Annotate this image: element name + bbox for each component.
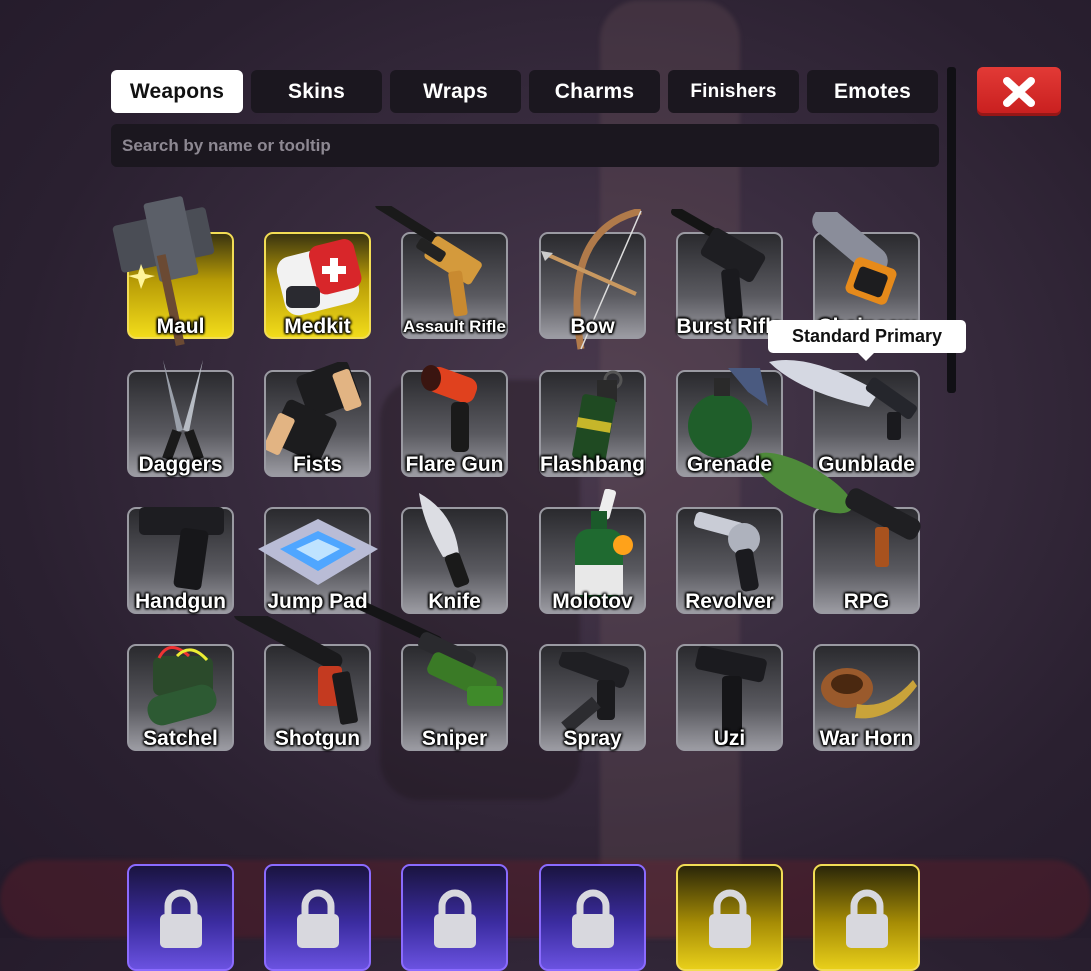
search-input[interactable] bbox=[111, 124, 939, 167]
weapon-slot-assault-rifle[interactable]: Assault Rifle bbox=[375, 206, 508, 339]
locked-slot[interactable] bbox=[676, 864, 783, 971]
weapon-label: Jump Pad bbox=[267, 590, 368, 613]
weapon-slot-gunblade[interactable]: Gunblade bbox=[769, 360, 920, 477]
locked-slot[interactable] bbox=[401, 864, 508, 971]
locked-slot[interactable] bbox=[813, 864, 920, 971]
weapon-slot-medkit[interactable]: Medkit bbox=[264, 232, 371, 339]
molotov-icon bbox=[575, 489, 633, 599]
lock-icon bbox=[709, 889, 751, 948]
weapon-label: Knife bbox=[428, 590, 481, 613]
locked-slot[interactable] bbox=[539, 864, 646, 971]
medkit-icon bbox=[276, 239, 362, 316]
lock-icon bbox=[434, 889, 476, 948]
gunblade-icon bbox=[769, 360, 917, 440]
grenade-icon bbox=[688, 368, 768, 458]
weapon-slot-flashbang[interactable]: Flashbang bbox=[539, 370, 646, 477]
lock-icon bbox=[572, 889, 614, 948]
weapon-label: Handgun bbox=[135, 590, 226, 613]
weapon-label: Flare Gun bbox=[405, 453, 504, 476]
assault-rifle-icon bbox=[375, 206, 482, 317]
weapon-slot-rpg[interactable]: RPG bbox=[753, 452, 921, 614]
handgun-icon bbox=[139, 507, 224, 591]
weapon-label: Uzi bbox=[713, 727, 746, 750]
weapon-slot-jump-pad[interactable]: Jump Pad bbox=[258, 507, 378, 614]
weapon-slot-shotgun[interactable]: Shotgun bbox=[233, 616, 371, 751]
weapon-slot-satchel[interactable]: Satchel bbox=[127, 644, 234, 751]
tab-emotes[interactable]: Emotes bbox=[807, 70, 938, 113]
weapon-label: War Horn bbox=[819, 727, 914, 750]
weapon-slot-grenade[interactable]: Grenade bbox=[676, 368, 783, 477]
daggers-icon bbox=[162, 360, 204, 461]
weapon-label: Revolver bbox=[685, 590, 774, 613]
tab-skins[interactable]: Skins bbox=[251, 70, 382, 113]
locked-slot[interactable] bbox=[127, 864, 234, 971]
lock-icon bbox=[297, 889, 339, 948]
close-icon bbox=[1003, 76, 1035, 107]
weapon-slot-fists[interactable]: Fists bbox=[264, 362, 371, 477]
weapon-slot-molotov[interactable]: Molotov bbox=[539, 489, 646, 614]
weapon-slot-burst-rifle[interactable]: Burst Rifle bbox=[670, 209, 783, 339]
weapon-label: Assault Rifle bbox=[403, 317, 506, 336]
weapon-label: Sniper bbox=[421, 727, 488, 750]
weapon-label: Shotgun bbox=[274, 727, 361, 750]
weapon-label: Fists bbox=[292, 453, 342, 476]
weapon-label: Gunblade bbox=[818, 453, 915, 476]
chainsaw-icon bbox=[812, 212, 897, 305]
weapon-slot-flare-gun[interactable]: Flare Gun bbox=[401, 365, 508, 477]
weapon-slot-war-horn[interactable]: War Horn bbox=[813, 644, 920, 751]
jump-pad-icon bbox=[258, 519, 378, 585]
weapon-label: Bow bbox=[570, 315, 615, 338]
tab-finishers[interactable]: Finishers bbox=[668, 70, 799, 113]
weapon-slot-knife[interactable]: Knife bbox=[401, 493, 508, 614]
weapon-slot-maul[interactable]: Maul bbox=[112, 196, 234, 347]
knife-icon bbox=[419, 493, 470, 588]
weapon-slot-revolver[interactable]: Revolver bbox=[676, 507, 783, 614]
weapon-label: Satchel bbox=[143, 727, 218, 750]
tab-weapons[interactable]: Weapons bbox=[111, 70, 243, 113]
weapon-slot-daggers[interactable]: Daggers bbox=[127, 360, 234, 477]
satchel-icon bbox=[147, 646, 217, 726]
weapon-slot-uzi[interactable]: Uzi bbox=[676, 644, 783, 751]
weapon-slot-handgun[interactable]: Handgun bbox=[127, 507, 234, 614]
close-button[interactable] bbox=[977, 67, 1061, 116]
locked-slot[interactable] bbox=[264, 864, 371, 971]
item-tooltip: Standard Primary bbox=[768, 320, 966, 361]
flashbang-icon bbox=[572, 370, 623, 463]
tab-wraps[interactable]: Wraps bbox=[390, 70, 521, 113]
weapon-label: Daggers bbox=[138, 453, 223, 476]
shotgun-icon bbox=[233, 616, 358, 725]
weapon-slot-sniper[interactable]: Sniper bbox=[322, 602, 508, 751]
weapon-label: Medkit bbox=[284, 315, 351, 338]
weapon-label: Maul bbox=[156, 315, 205, 338]
weapon-label: Grenade bbox=[686, 453, 773, 476]
tab-charms[interactable]: Charms bbox=[529, 70, 660, 113]
weapon-label: RPG bbox=[843, 590, 890, 613]
lock-icon bbox=[160, 889, 202, 948]
weapon-slot-spray[interactable]: Spray bbox=[539, 644, 646, 751]
revolver-icon bbox=[693, 511, 760, 592]
weapon-label: Molotov bbox=[552, 590, 633, 613]
flare-gun-icon bbox=[421, 365, 478, 452]
lock-icon bbox=[846, 889, 888, 948]
weapon-label: Spray bbox=[563, 727, 622, 750]
weapon-label: Flashbang bbox=[539, 453, 645, 476]
weapon-slot-bow[interactable]: Bow bbox=[539, 209, 646, 350]
